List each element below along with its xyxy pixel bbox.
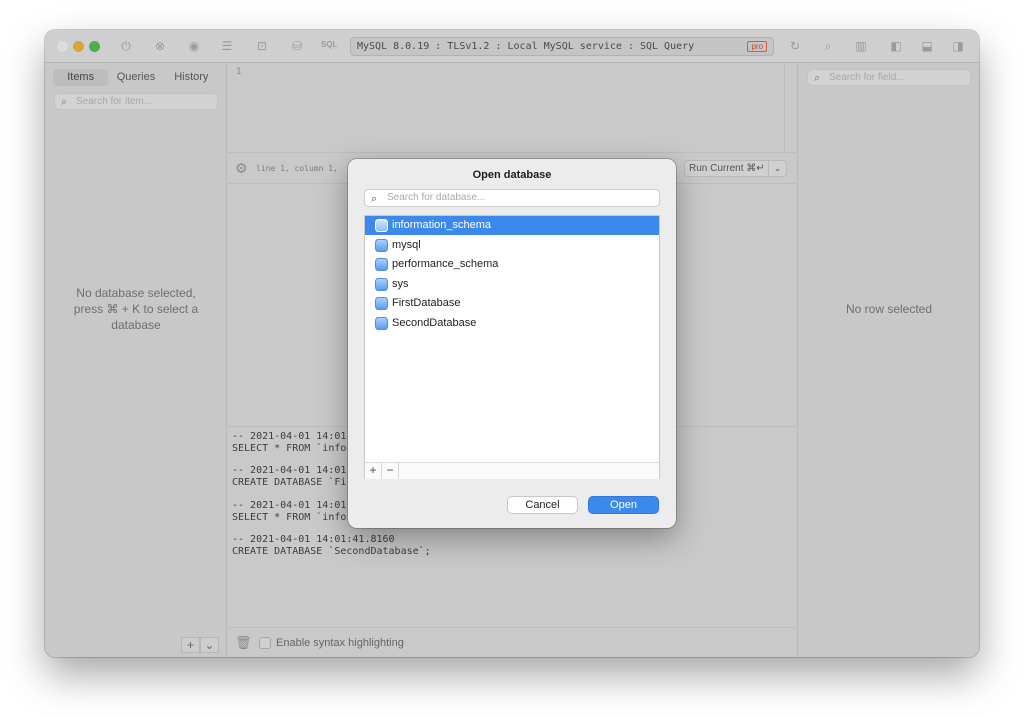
query-editor[interactable]: 1 (228, 63, 796, 153)
tab-items[interactable]: Items (53, 69, 109, 86)
search-icon: ⌕ (61, 96, 68, 108)
right-panel-icon[interactable]: ◨ (949, 38, 967, 54)
database-item-sys[interactable]: sys (365, 275, 659, 294)
no-database-message: No database selected, press ⌘ + K to sel… (45, 285, 227, 333)
search-icon: ⌕ (371, 193, 378, 205)
trash-icon[interactable]: 🗑 (235, 635, 252, 651)
sql-label[interactable]: SQL (321, 40, 337, 49)
add-database-button[interactable]: + (365, 463, 382, 479)
editor-scrollbar[interactable] (784, 63, 796, 153)
database-item-label: FirstDatabase (392, 297, 461, 309)
refresh-icon[interactable]: ↻ (786, 38, 804, 54)
connection-address-text: MySQL 8.0.19 : TLSv1.2 : Local MySQL ser… (357, 41, 695, 52)
lock-icon[interactable]: ⊡ (253, 38, 271, 54)
cancel-button[interactable]: Cancel (507, 496, 578, 514)
power-icon[interactable]: ⏻ (117, 38, 135, 54)
database-icon[interactable]: ⛁ (288, 38, 306, 54)
database-item-seconddatabase[interactable]: SecondDatabase (365, 314, 659, 333)
sidebar-footer: + ⌄ (181, 637, 219, 653)
empty-message-line: No database selected, (76, 286, 196, 300)
syntax-highlighting-label[interactable]: Enable syntax highlighting (276, 637, 404, 649)
database-item-label: sys (392, 278, 409, 290)
database-search-placeholder: Search for database... (387, 192, 486, 203)
no-row-message: No row selected (845, 302, 933, 316)
left-panel-icon[interactable]: ◧ (887, 38, 905, 54)
database-item-label: mysql (392, 239, 421, 251)
gear-icon[interactable]: ⚙ (235, 160, 248, 177)
connection-address-bar: MySQL 8.0.19 : TLSv1.2 : Local MySQL ser… (350, 37, 774, 56)
search-icon: ⌕ (814, 72, 821, 84)
tab-queries[interactable]: Queries (108, 69, 163, 86)
database-item-label: SecondDatabase (392, 317, 477, 329)
pro-badge[interactable]: pro (747, 41, 767, 52)
dialog-title: Open database (472, 169, 552, 181)
sidebar-menu-button[interactable]: ⌄ (200, 637, 219, 653)
open-database-dialog: Open database ⌕ Search for database... i… (348, 159, 676, 528)
empty-message-line: press ⌘ + K to select a (73, 302, 199, 316)
stop-icon[interactable]: ⊗ (151, 38, 169, 54)
line-number: 1 (236, 67, 242, 77)
chevron-down-icon[interactable]: ⌄ (768, 161, 786, 176)
database-icon (375, 239, 388, 252)
database-icon (375, 297, 388, 310)
list-icon[interactable]: ☰ (218, 38, 236, 54)
log-line: -- 2021-04-01 14:01: (232, 500, 353, 511)
field-search-placeholder: Search for field... (829, 72, 905, 83)
database-icon (375, 219, 388, 232)
empty-message-line: database (111, 318, 161, 332)
list-footer: + − (365, 462, 659, 479)
log-line: -- 2021-04-01 14:01:41.8160 (232, 534, 395, 545)
database-icon (375, 258, 388, 271)
bottom-bar: 🗑 Enable syntax highlighting (228, 627, 796, 657)
database-icon (375, 317, 388, 330)
titlebar: ⏻ ⊗ ◉ ☰ ⊡ ⛁ SQL MySQL 8.0.19 : TLSv1.2 :… (45, 30, 979, 63)
cursor-position: line 1, column 1, (256, 164, 338, 173)
sidebar-tabs: Items Queries History (53, 69, 219, 86)
run-current-button[interactable]: Run Current ⌘↵ ⌄ (684, 160, 787, 177)
log-line: CREATE DATABASE `SecondDatabase`; (232, 546, 431, 557)
database-item-firstdatabase[interactable]: FirstDatabase (365, 294, 659, 313)
field-search-input[interactable]: ⌕ Search for field... (807, 69, 971, 86)
database-item-label: information_schema (392, 219, 492, 231)
add-item-button[interactable]: + (181, 637, 200, 653)
log-line: -- 2021-04-01 14:01: (232, 465, 353, 476)
database-item-information-schema[interactable]: information_schema (365, 216, 659, 235)
log-line: SELECT * FROM `infor (232, 512, 353, 523)
item-search-input[interactable]: ⌕ Search for item... (54, 93, 218, 110)
tab-history[interactable]: History (164, 69, 219, 86)
log-line: CREATE DATABASE `Fir (232, 477, 353, 488)
remove-database-button[interactable]: − (382, 463, 399, 479)
database-item-performance-schema[interactable]: performance_schema (365, 255, 659, 274)
log-line: -- 2021-04-01 14:01: (232, 431, 353, 442)
run-current-label: Run Current ⌘↵ (689, 163, 765, 174)
syntax-highlighting-checkbox[interactable] (259, 637, 271, 649)
eye-icon[interactable]: ◉ (185, 38, 203, 54)
bottom-panel-icon[interactable]: ⬓ (918, 38, 936, 54)
open-button[interactable]: Open (588, 496, 659, 514)
item-search-placeholder: Search for item... (76, 96, 153, 107)
database-search-input[interactable]: ⌕ Search for database... (364, 189, 660, 207)
zoom-window-button[interactable] (89, 41, 100, 52)
row-detail-pane: ⌕ Search for field... No row selected (797, 63, 979, 657)
sidebar: Items Queries History ⌕ Search for item.… (45, 63, 227, 657)
database-list: information_schema mysql performance_sch… (364, 215, 660, 479)
log-line: SELECT * FROM `infor (232, 443, 353, 454)
minimize-window-button[interactable] (73, 41, 84, 52)
search-icon[interactable]: ⌕ (819, 38, 837, 54)
database-item-mysql[interactable]: mysql (365, 236, 659, 255)
close-window-button[interactable] (57, 41, 68, 52)
database-icon (375, 278, 388, 291)
columns-icon[interactable]: ▥ (852, 38, 870, 54)
database-item-label: performance_schema (392, 258, 499, 270)
